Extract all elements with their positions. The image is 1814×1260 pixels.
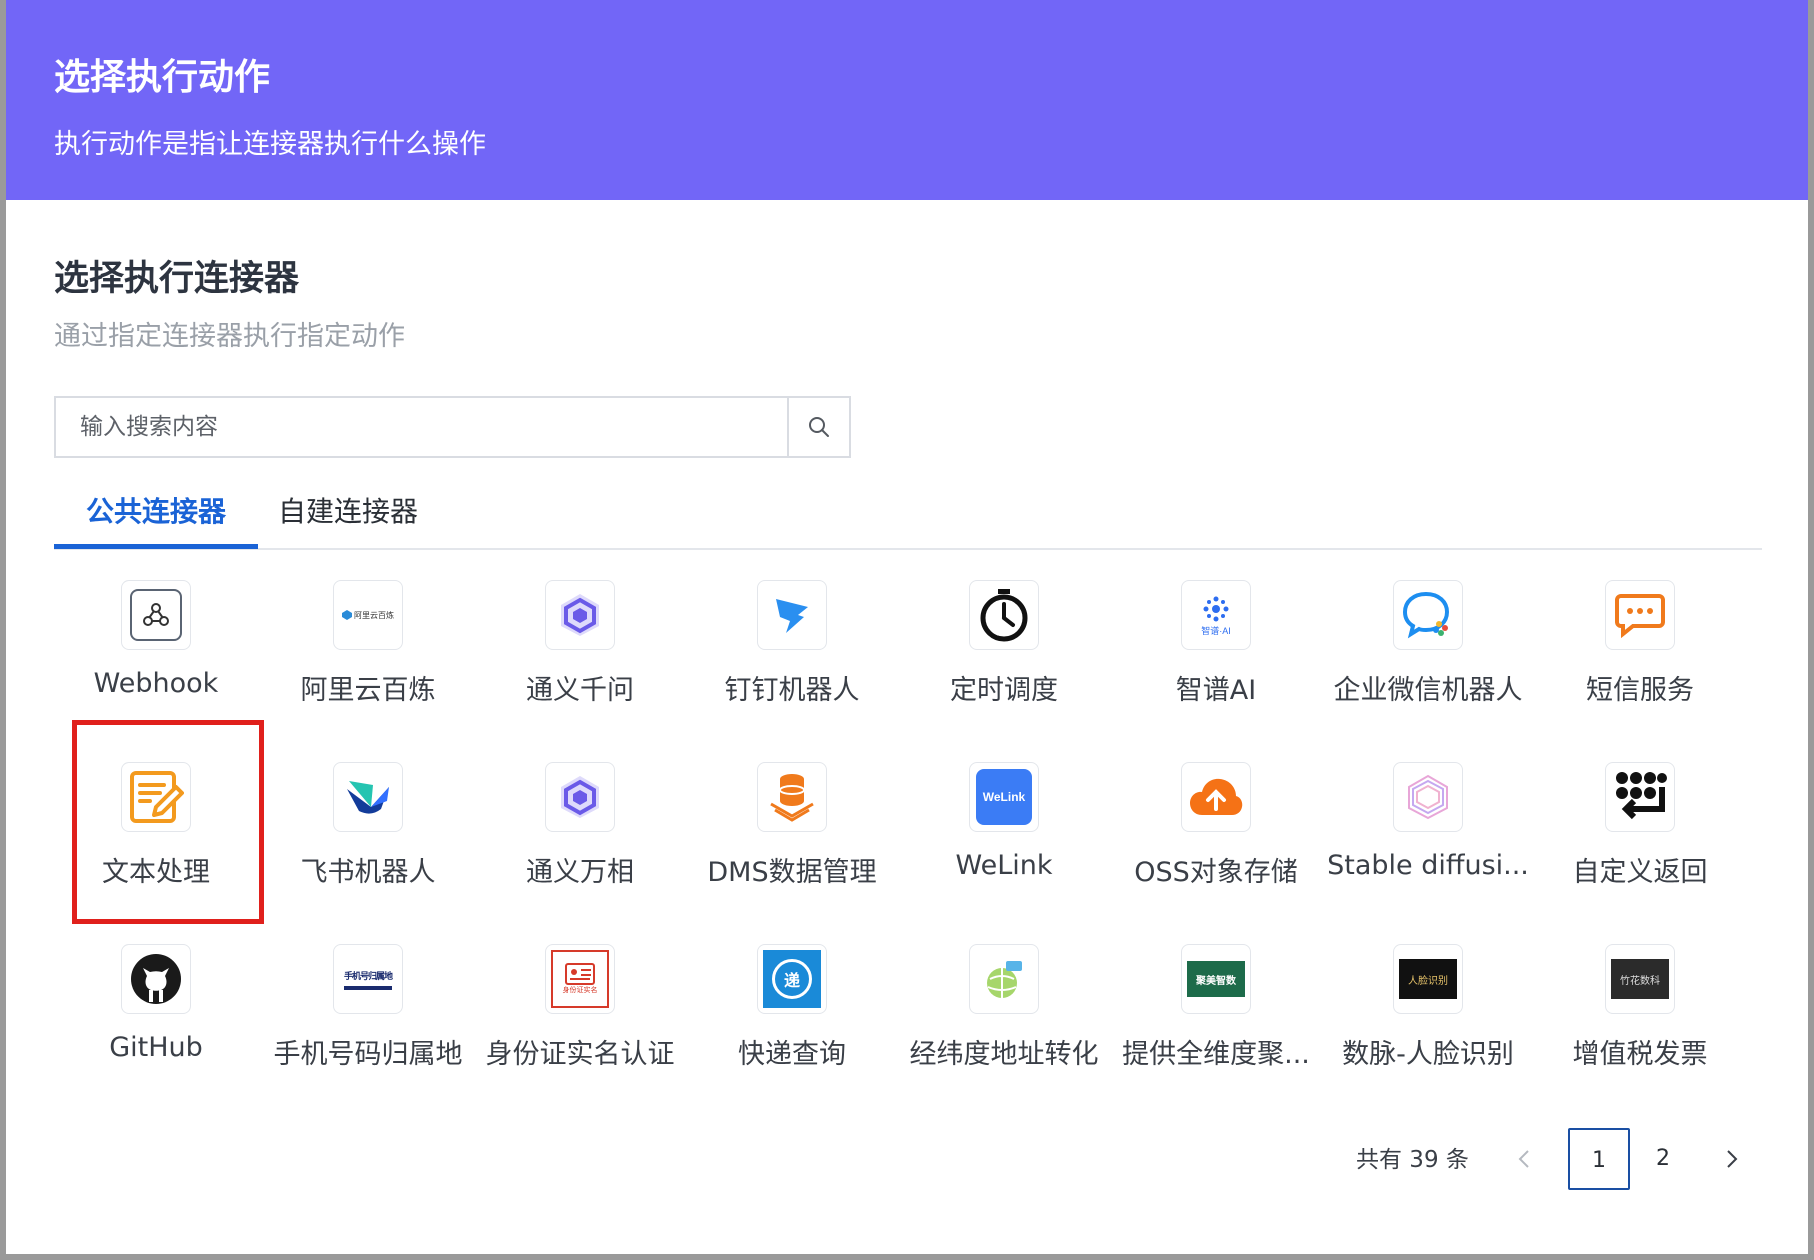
dingtalk-icon — [757, 580, 827, 650]
zhipu-ai-logo: 智谱·AI — [1181, 580, 1251, 650]
phone-location-logo: 手机号归属地 — [333, 944, 403, 1014]
tab-custom-connectors[interactable]: 自建连接器 — [258, 490, 438, 548]
tongyi-qianwen-logo — [545, 580, 615, 650]
active-tab-indicator — [54, 544, 258, 549]
pagination-total: 共有 39 条 — [1356, 1147, 1469, 1173]
connector-card[interactable]: 钉钉机器人 — [690, 576, 894, 736]
connector-card[interactable]: 阿里云百炼 阿里云百炼 — [266, 576, 470, 736]
connector-label: 数脉-人脸识别 — [1342, 1039, 1514, 1070]
dialog-header: 选择执行动作 执行动作是指让连接器执行什么操作 — [6, 0, 1808, 200]
connector-card[interactable]: 定时调度 — [902, 576, 1106, 736]
connector-label: 智谱AI — [1175, 675, 1257, 706]
connector-label: 钉钉机器人 — [724, 675, 860, 706]
connector-grid: Webhook 阿里云百炼 阿里云百炼 通义千问 钉钉机器人 定时调度 智谱·AI 智谱AI 企… — [54, 576, 1754, 1096]
connector-card[interactable]: Stable diffusi... — [1326, 758, 1530, 918]
connector-card[interactable]: 飞书机器人 — [266, 758, 470, 918]
connector-card[interactable]: 手机号归属地手机号码归属地 — [266, 940, 470, 1100]
github-icon — [121, 944, 191, 1014]
globe-icon — [969, 944, 1039, 1014]
connector-card[interactable]: 递快递查询 — [690, 940, 894, 1100]
connector-card[interactable]: Webhook — [54, 576, 258, 736]
connector-label: Stable diffusi... — [1327, 850, 1529, 881]
stable-diffusion-logo — [1393, 762, 1463, 832]
connector-label: 提供全维度聚... — [1122, 1039, 1310, 1070]
cloud-upload-icon — [1181, 762, 1251, 832]
connector-card[interactable]: 身份证实名身份证实名认证 — [478, 940, 682, 1100]
feishu-icon — [333, 762, 403, 832]
stopwatch-icon — [969, 580, 1039, 650]
connector-label: 通义千问 — [526, 675, 634, 706]
connector-card[interactable]: WeLink WeLink — [902, 758, 1106, 918]
connector-label: 短信服务 — [1586, 675, 1694, 706]
pagination-prev-button[interactable] — [1500, 1128, 1548, 1190]
aliyun-bailian-logo: 阿里云百炼 — [333, 580, 403, 650]
sms-chat-icon — [1605, 580, 1675, 650]
pagination-next-button[interactable] — [1708, 1128, 1756, 1190]
connector-card[interactable]: 竹花数科 增值税发票 — [1538, 940, 1742, 1100]
connector-label: Webhook — [93, 668, 219, 699]
connector-label: 快递查询 — [738, 1039, 846, 1070]
express-query-icon: 递 — [757, 944, 827, 1014]
connector-label: 身份证实名认证 — [485, 1039, 675, 1070]
connector-label: GitHub — [109, 1032, 203, 1063]
connector-label: 阿里云百炼 — [300, 675, 436, 706]
connector-label: DMS数据管理 — [707, 857, 877, 888]
connector-tabs: 公共连接器 自建连接器 — [54, 490, 1762, 550]
connector-card[interactable]: 智谱·AI 智谱AI — [1114, 576, 1318, 736]
tongyi-wanxiang-logo — [545, 762, 615, 832]
connector-label: 增值税发票 — [1572, 1039, 1708, 1070]
database-icon — [757, 762, 827, 832]
connector-label: 企业微信机器人 — [1333, 675, 1523, 706]
connector-card[interactable]: 短信服务 — [1538, 576, 1742, 736]
id-card-icon: 身份证实名 — [545, 944, 615, 1014]
pagination-page-1[interactable]: 1 — [1568, 1128, 1630, 1190]
invoice-logo: 竹花数科 — [1605, 944, 1675, 1014]
connector-card[interactable]: 经纬度地址转化 — [902, 940, 1106, 1100]
select-action-dialog: 选择执行动作 执行动作是指让连接器执行什么操作 选择执行连接器 通过指定连接器执… — [6, 0, 1808, 1254]
connector-card[interactable]: 通义千问 — [478, 576, 682, 736]
section-subtitle: 通过指定连接器执行指定动作 — [54, 321, 405, 352]
welink-logo: WeLink — [969, 762, 1039, 832]
connector-label: OSS对象存储 — [1134, 857, 1298, 888]
connector-label: 通义万相 — [526, 857, 634, 888]
connector-card[interactable]: OSS对象存储 — [1114, 758, 1318, 918]
face-recognition-logo: 人脸识别 — [1393, 944, 1463, 1014]
connector-label: 手机号码归属地 — [273, 1039, 463, 1070]
highlight-box — [72, 720, 264, 924]
connector-label: 定时调度 — [950, 675, 1058, 706]
connector-card[interactable]: 企业微信机器人 — [1326, 576, 1530, 736]
connector-label: 飞书机器人 — [300, 857, 436, 888]
connector-card[interactable]: DMS数据管理 — [690, 758, 894, 918]
connector-label: WeLink — [955, 850, 1053, 881]
connector-label: 经纬度地址转化 — [909, 1039, 1099, 1070]
search-box — [54, 396, 851, 458]
section-title: 选择执行连接器 — [54, 259, 300, 299]
search-input[interactable] — [56, 398, 791, 456]
pagination-page-2[interactable]: 2 — [1632, 1128, 1694, 1190]
connector-card[interactable]: GitHub — [54, 940, 258, 1100]
custom-return-icon — [1605, 762, 1675, 832]
connector-card[interactable]: 人脸识别数脉-人脸识别 — [1326, 940, 1530, 1100]
chevron-right-icon — [1727, 1150, 1738, 1168]
juhe-logo: 聚美智数 — [1181, 944, 1251, 1014]
wecom-icon — [1393, 580, 1463, 650]
dialog-subtitle: 执行动作是指让连接器执行什么操作 — [54, 129, 486, 160]
webhook-icon — [121, 580, 191, 650]
search-button[interactable] — [787, 398, 849, 456]
tab-public-connectors[interactable]: 公共连接器 — [54, 490, 258, 548]
chevron-left-icon — [1518, 1150, 1529, 1168]
dialog-title: 选择执行动作 — [54, 57, 271, 98]
connector-card[interactable]: 聚美智数提供全维度聚... — [1114, 940, 1318, 1100]
connector-card[interactable]: 自定义返回 — [1538, 758, 1742, 918]
search-icon — [809, 417, 829, 437]
connector-card[interactable]: 通义万相 — [478, 758, 682, 918]
connector-label: 自定义返回 — [1572, 857, 1708, 888]
